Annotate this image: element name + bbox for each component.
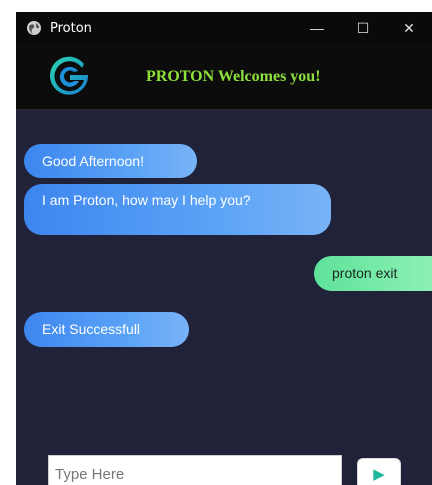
- bot-message: I am Proton, how may I help you?: [24, 184, 331, 235]
- welcome-heading: PROTON Welcomes you!: [146, 68, 321, 85]
- app-window: Proton — ☐ ✕ PROTON Welcomes you! Good A…: [16, 12, 432, 485]
- app-header: PROTON Welcomes you!: [16, 44, 432, 110]
- window-controls: — ☐ ✕: [294, 12, 432, 44]
- title-bar: Proton — ☐ ✕: [16, 12, 432, 44]
- minimize-button[interactable]: —: [294, 12, 340, 44]
- message-input[interactable]: [48, 455, 342, 485]
- maximize-button[interactable]: ☐: [340, 12, 386, 44]
- bot-message: Exit Successfull: [24, 312, 189, 347]
- window-title: Proton: [50, 20, 92, 36]
- input-bar: ▶: [16, 440, 432, 485]
- proton-g-logo-icon: [50, 56, 89, 95]
- send-button[interactable]: ▶: [357, 458, 401, 485]
- send-triangle-icon: ▶: [373, 465, 385, 483]
- bot-message: Good Afternoon!: [24, 144, 197, 178]
- globe-icon: [27, 21, 41, 35]
- close-button[interactable]: ✕: [386, 12, 432, 44]
- user-message: proton exit: [314, 256, 432, 291]
- chat-area: Good Afternoon! I am Proton, how may I h…: [16, 110, 432, 440]
